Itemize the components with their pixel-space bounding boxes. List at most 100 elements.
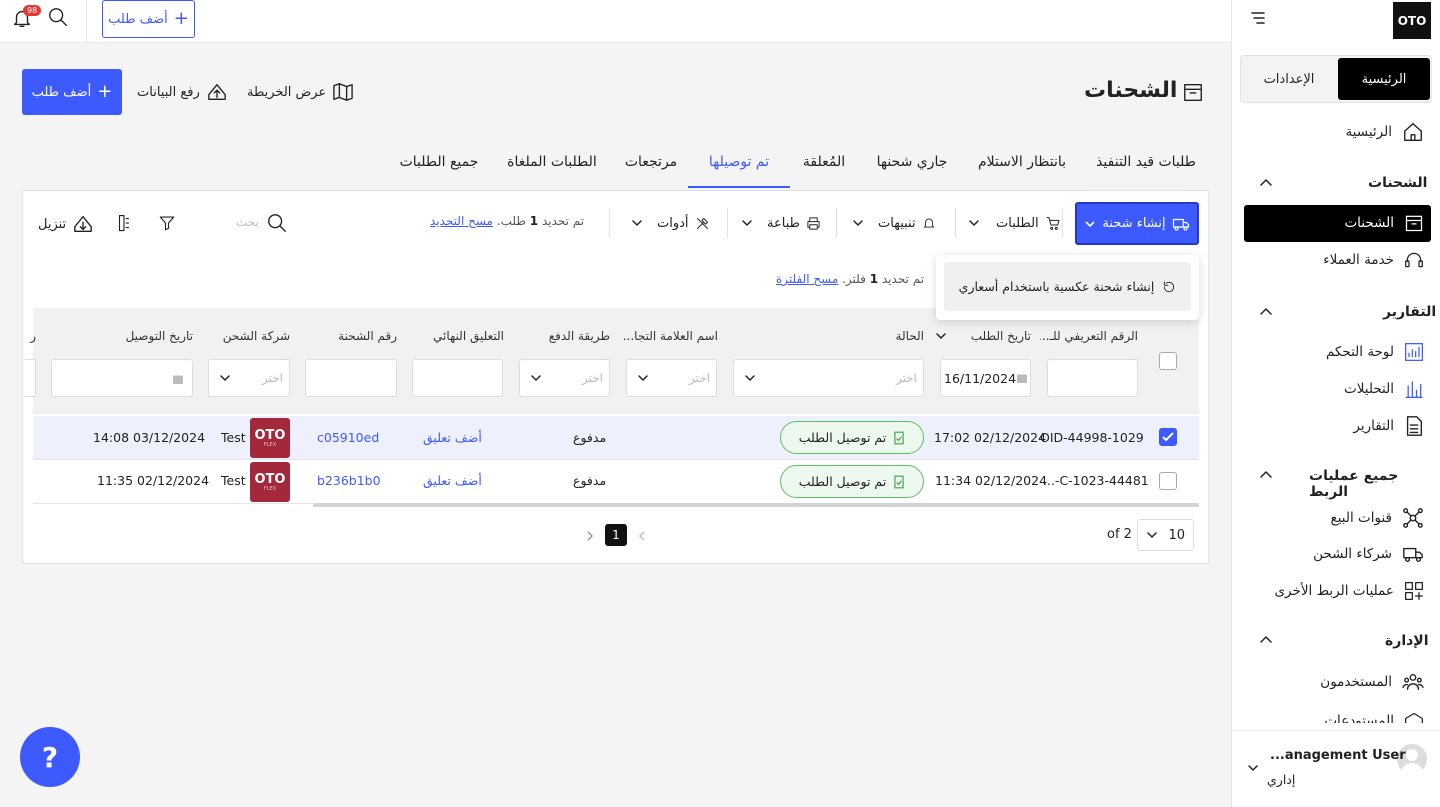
add-order-label: أضف طلب xyxy=(31,84,92,100)
sidebar-item-label: خدمة العملاء xyxy=(1323,252,1394,268)
comment-filter-input[interactable] xyxy=(412,359,503,397)
filter-count: 1 xyxy=(869,272,879,286)
status-badge: تم توصيل الطلب xyxy=(780,421,924,454)
document-icon xyxy=(1404,415,1424,437)
columns-icon[interactable] xyxy=(116,214,132,232)
horizontal-scrollbar[interactable] xyxy=(313,503,1199,507)
menu-toggle-icon[interactable] xyxy=(1251,11,1265,25)
chevron-up-icon[interactable] xyxy=(1259,468,1273,480)
row-checkbox[interactable] xyxy=(1159,428,1177,446)
col-header-final-comment[interactable]: التعليق النهائي xyxy=(420,329,504,343)
tab-all-orders[interactable]: جميع الطلبات xyxy=(396,154,482,188)
shipment-filter-input[interactable] xyxy=(305,359,397,397)
orders-menu[interactable]: الطلبات xyxy=(968,214,1061,232)
id-filter-input[interactable] xyxy=(1047,359,1138,397)
selected-prefix: تم تحديد xyxy=(541,214,585,228)
page-size-select[interactable]: 10 xyxy=(1137,519,1194,551)
archive-icon xyxy=(1404,213,1424,233)
tab-cancelled[interactable]: الطلبات الملغاة xyxy=(506,154,598,188)
col-header-id[interactable]: الرقم التعريفي للـ... xyxy=(1040,329,1138,343)
chevron-down-icon xyxy=(219,372,231,384)
sidebar-item-dashboard[interactable]: لوحة التحكم xyxy=(1326,342,1424,362)
chevron-up-icon[interactable] xyxy=(1259,176,1273,188)
upload-data-button[interactable]: رفع البيانات xyxy=(137,82,228,102)
status-filter-select[interactable]: اختر xyxy=(733,359,924,397)
chevron-down-icon[interactable] xyxy=(935,330,947,342)
payment-method: مدفوع xyxy=(573,430,607,445)
carrier-logo-sub: FLEX xyxy=(263,441,277,448)
clear-filter-link[interactable]: مسح الفلترة xyxy=(776,272,838,286)
col-header-carrier[interactable]: شركة الشحن xyxy=(210,329,290,343)
bar-chart-icon xyxy=(1404,379,1424,399)
tools-menu[interactable]: أدوات xyxy=(631,214,710,232)
order-id[interactable]: OID-44998-1029 xyxy=(1040,430,1144,445)
order-id[interactable]: C-1023-44481-... xyxy=(1043,473,1149,488)
col-header-delivery-date[interactable]: تاريخ التوصيل xyxy=(100,329,193,343)
sidebar-item-users[interactable]: المستخدمون xyxy=(1320,672,1424,692)
print-menu[interactable]: طباعة xyxy=(741,214,821,232)
sidebar-item-customer-service[interactable]: خدمة العملاء xyxy=(1323,250,1424,270)
search-input[interactable]: بحث xyxy=(236,212,290,234)
col-header-payment[interactable]: طريقة الدفع xyxy=(530,329,610,343)
tab-awaiting-pickup[interactable]: بانتظار الاستلام xyxy=(975,154,1069,188)
sidebar-item-label: الرئيسية xyxy=(1345,124,1393,140)
date-filter-input[interactable]: 16/11/2024 xyxy=(940,359,1031,397)
page-number-current[interactable]: 1 xyxy=(605,524,627,546)
tab-returns[interactable]: مرتجعات xyxy=(622,154,680,188)
calendar-icon xyxy=(1016,372,1028,384)
selection-summary: تم تحديد 1 طلب. مسح التحديد xyxy=(430,214,584,232)
filter-icon[interactable] xyxy=(158,214,176,232)
status-label: تم توصيل الطلب xyxy=(798,474,887,489)
carrier-filter-select[interactable]: اختر xyxy=(208,359,290,397)
select-all-checkbox[interactable] xyxy=(1159,352,1177,370)
carrier-logo-text: OTO xyxy=(254,471,286,487)
tab-pending[interactable]: المُعلقة xyxy=(798,154,850,188)
sidebar-item-shipments[interactable]: الشحنات xyxy=(1344,213,1424,233)
archive-icon xyxy=(1182,81,1204,103)
logo[interactable]: OTO xyxy=(1393,2,1431,39)
delivery-date-filter-input[interactable] xyxy=(51,359,193,397)
shipment-number-link[interactable]: c05910ed xyxy=(317,430,379,445)
sidebar-item-home[interactable]: الرئيسية xyxy=(1346,121,1425,143)
col-header-brand[interactable]: اسم العلامة التجا... xyxy=(618,329,718,343)
brand-filter-select[interactable]: اختر xyxy=(626,359,717,397)
tab-shipping[interactable]: جاري شحنها xyxy=(872,154,952,188)
create-shipment-button[interactable]: إنشاء شحنة xyxy=(1075,202,1199,245)
add-order-button[interactable]: أضف طلب + xyxy=(22,69,122,115)
alerts-menu[interactable]: تنبيهات xyxy=(852,214,936,232)
seg-settings[interactable]: الإعدادات xyxy=(1243,58,1335,100)
sidebar-item-sales-channels[interactable]: قنوات البيع xyxy=(1331,507,1424,529)
divider xyxy=(1232,730,1440,731)
search-icon[interactable] xyxy=(47,6,69,28)
sidebar-item-shipping-partners[interactable]: شركاء الشحن xyxy=(1313,544,1424,564)
col-header-shipment-number[interactable]: رقم الشحنة xyxy=(320,329,397,343)
tab-delivered[interactable]: تم توصيلها xyxy=(688,154,790,188)
selected-suffix: طلب. xyxy=(496,214,526,228)
add-comment-link[interactable]: أضف تعليق xyxy=(423,430,482,445)
reverse-shipment-menu-item[interactable]: إنشاء شحنة عكسية باستخدام أسعاري xyxy=(944,262,1191,311)
top-add-order-button[interactable]: أضف طلب + xyxy=(102,0,195,38)
reverse-shipment-label: إنشاء شحنة عكسية باستخدام أسعاري xyxy=(958,279,1155,294)
shipment-number-link[interactable]: b236b1b0 xyxy=(317,473,381,488)
col-header-order-date[interactable]: تاريخ الطلب xyxy=(945,329,1031,343)
sidebar-item-reports[interactable]: التقارير xyxy=(1353,415,1424,437)
row-checkbox[interactable] xyxy=(1159,472,1177,490)
seg-home[interactable]: الرئيسية xyxy=(1338,58,1430,100)
sidebar-item-cut[interactable]: المستودعات xyxy=(1232,708,1440,723)
chevron-right-icon[interactable] xyxy=(585,530,595,542)
sidebar-item-analytics[interactable]: التحليلات xyxy=(1344,379,1424,399)
chevron-left-icon[interactable] xyxy=(637,530,647,542)
col-header-status[interactable]: الحالة xyxy=(890,329,924,343)
chevron-up-icon[interactable] xyxy=(1259,633,1273,645)
add-comment-link[interactable]: أضف تعليق xyxy=(423,473,482,488)
chevron-up-icon[interactable] xyxy=(1259,305,1273,317)
download-button[interactable]: تنزيل xyxy=(38,214,94,234)
chevron-down-icon[interactable] xyxy=(1247,762,1259,774)
clear-selection-link[interactable]: مسح التحديد xyxy=(430,214,493,228)
sidebar-item-other-integrations[interactable]: عمليات الربط الأخرى xyxy=(1274,581,1424,601)
tab-in-progress[interactable]: طلبات قيد التنفيذ xyxy=(1093,154,1199,188)
payment-filter-select[interactable]: اختر xyxy=(519,359,610,397)
truck-icon xyxy=(1402,544,1424,564)
help-button[interactable]: ? xyxy=(20,727,80,787)
map-view-button[interactable]: عرض الخريطة xyxy=(247,82,354,102)
